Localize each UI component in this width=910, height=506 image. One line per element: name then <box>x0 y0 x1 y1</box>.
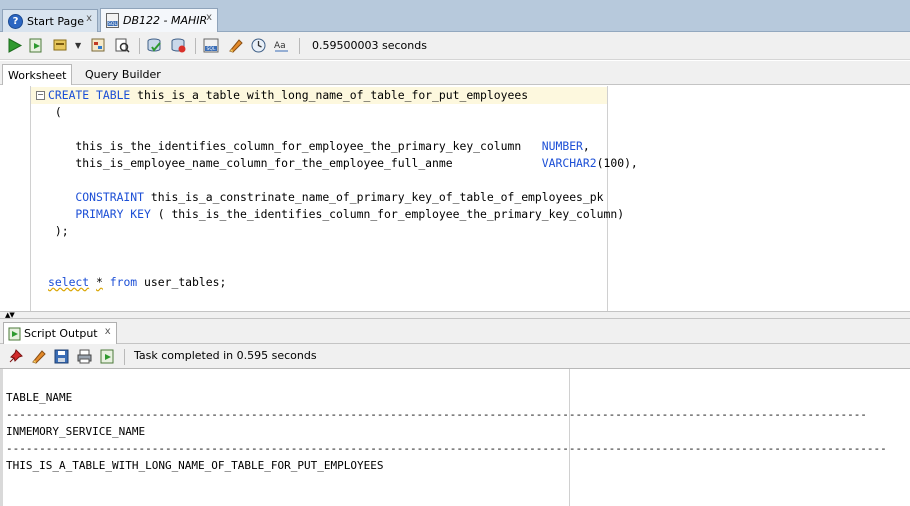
keyword: from <box>109 275 138 289</box>
editor-gutter <box>30 86 31 311</box>
code-line-5: CONSTRAINT this_is_a_constrinate_name_of… <box>48 189 603 206</box>
toolbar-separator <box>139 38 140 54</box>
worksheet-subtabs: Worksheet Query Builder <box>0 61 910 85</box>
keyword: PRIMARY KEY <box>48 207 151 221</box>
execution-time: 0.59500003 seconds <box>312 39 427 52</box>
output-line: THIS_IS_A_TABLE_WITH_LONG_NAME_OF_TABLE_… <box>6 459 384 472</box>
run-script-icon <box>8 327 21 340</box>
code-text: * <box>96 275 103 289</box>
code-line-6: PRIMARY KEY ( this_is_the_identifies_col… <box>48 206 624 223</box>
code-text: ); <box>48 224 69 238</box>
save-icon[interactable] <box>53 348 70 365</box>
clear-icon[interactable] <box>227 37 244 54</box>
fold-toggle-icon[interactable]: − <box>36 91 45 100</box>
svg-text:SQL: SQL <box>108 21 117 27</box>
keyword: select <box>48 275 90 289</box>
keyword: CONSTRAINT <box>48 190 145 204</box>
code-text: this_is_employee_name_column_for_the_emp… <box>48 156 542 170</box>
code-line-3: this_is_the_identifies_column_for_employ… <box>48 138 590 155</box>
code-line-1: CREATE TABLE this_is_a_table_with_long_n… <box>48 87 528 104</box>
sql-tuning-icon[interactable] <box>114 37 131 54</box>
output-line: INMEMORY_SERVICE_NAME <box>6 425 146 438</box>
keyword: NUMBER <box>541 139 583 153</box>
output-line: TABLE_NAME <box>6 391 73 404</box>
tab-label: DB122 - MAHIR <box>123 14 208 27</box>
output-tab-bar: Script Output x <box>0 319 910 344</box>
code-text: this_is_the_identifies_column_for_employ… <box>48 139 542 153</box>
svg-text:SQL: SQL <box>207 46 216 52</box>
keyword: VARCHAR2 <box>541 156 597 170</box>
close-icon[interactable]: x <box>206 12 212 23</box>
split-arrows-icon[interactable]: ▲▼ <box>5 312 15 319</box>
explain-plan-icon[interactable] <box>90 37 107 54</box>
code-text: ( this_is_the_identifies_column_for_empl… <box>150 207 625 221</box>
svg-text:Aa: Aa <box>274 41 286 51</box>
commit-icon[interactable] <box>146 37 163 54</box>
task-status: Task completed in 0.595 seconds <box>134 349 317 362</box>
toolbar-separator <box>299 38 300 54</box>
toolbar-separator <box>124 349 125 365</box>
code-line-4: this_is_employee_name_column_for_the_emp… <box>48 155 638 172</box>
code-line-8: select * from user_tables; <box>48 274 226 291</box>
tab-start-page[interactable]: ? Start Page x <box>2 9 98 32</box>
code-text: this_is_a_constrinate_name_of_primary_ke… <box>144 190 604 204</box>
toolbar-separator <box>195 38 196 54</box>
tab-label: Start Page <box>27 14 84 28</box>
keyword: CREATE TABLE <box>48 88 131 102</box>
print-icon[interactable] <box>76 348 93 365</box>
run-script-icon[interactable] <box>28 37 45 54</box>
run-statement-icon[interactable] <box>6 37 23 54</box>
sql-worksheet-icon: SQL <box>106 13 119 28</box>
script-output-area[interactable]: TABLE_NAME -----------------------------… <box>0 369 910 506</box>
case-icon[interactable]: Aa <box>273 37 290 54</box>
help-icon: ? <box>8 13 23 29</box>
code-text: (100), <box>596 156 638 170</box>
tab-query-builder[interactable]: Query Builder <box>80 64 166 85</box>
pin-icon[interactable] <box>7 348 24 365</box>
code-line-7: ); <box>48 223 69 240</box>
panel-splitter[interactable]: ▲▼ <box>0 311 910 319</box>
output-line: ----------------------------------------… <box>6 408 867 421</box>
document-tab-bar: ? Start Page x SQL DB122 - MAHIR x <box>0 0 910 32</box>
code-text: , <box>582 139 590 153</box>
rollback-icon[interactable] <box>170 37 187 54</box>
close-icon[interactable]: x <box>86 13 92 24</box>
eraser-icon[interactable] <box>30 348 47 365</box>
history-icon[interactable] <box>250 37 267 54</box>
tab-db122-mahir[interactable]: SQL DB122 - MAHIR x <box>100 8 218 32</box>
code-text: this_is_a_table_with_long_name_of_table_… <box>130 88 529 102</box>
tab-script-output[interactable]: Script Output x <box>3 322 117 344</box>
sql-editor[interactable]: − CREATE TABLE this_is_a_table_with_long… <box>0 86 910 311</box>
sql-worksheet-icon[interactable]: SQL <box>203 37 220 54</box>
chevron-down-icon[interactable]: ▼ <box>75 41 81 50</box>
tab-label: Script Output <box>24 327 98 340</box>
run-output-icon[interactable] <box>99 348 116 365</box>
close-icon[interactable]: x <box>105 326 111 337</box>
right-margin-line <box>607 86 608 311</box>
output-line: ----------------------------------------… <box>6 442 887 455</box>
tab-worksheet[interactable]: Worksheet <box>2 64 73 85</box>
output-toolbar: Task completed in 0.595 seconds <box>0 344 910 369</box>
code-text: user_tables; <box>137 275 227 289</box>
right-margin-line <box>569 369 570 506</box>
worksheet-toolbar: ▼ SQL Aa 0.59500003 seconds <box>0 32 910 60</box>
code-text: ( <box>48 105 62 119</box>
code-line-2: ( <box>48 104 62 121</box>
autotrace-icon[interactable] <box>52 37 69 54</box>
